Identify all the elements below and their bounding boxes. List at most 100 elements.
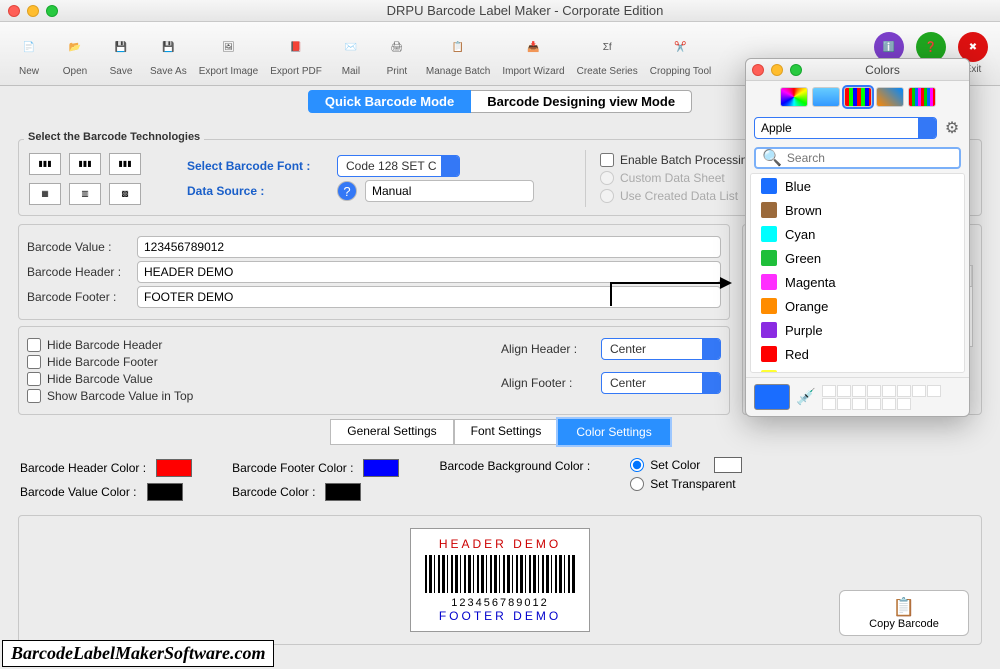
eyedropper-icon[interactable]: 💉 [796, 387, 816, 407]
barcode-tech-icons[interactable]: ▮▮▮ ▮▮▮ ▮▮▮ ▦ ▥ ▩ [29, 153, 169, 205]
preview-header: HEADER DEMO [425, 537, 575, 551]
cp-item-orange[interactable]: Orange [751, 294, 964, 318]
header-color-label: Barcode Header Color : [20, 461, 146, 475]
barcode-card: HEADER DEMO 123456789012 FOOTER DEMO [410, 528, 590, 632]
traffic-lights [8, 5, 58, 17]
cp-item-purple[interactable]: Purple [751, 318, 964, 342]
cp-pencils-tab[interactable] [908, 87, 936, 107]
saveas-icon: 💾 [151, 30, 185, 64]
exportimg-icon: 🖼 [211, 30, 245, 64]
tab-font-settings[interactable]: Font Settings [454, 419, 559, 445]
show-value-top-checkbox[interactable]: Show Barcode Value in Top [27, 389, 501, 403]
tab-design-mode[interactable]: Barcode Designing view Mode [471, 90, 692, 113]
settings-tabs: General Settings Font Settings Color Set… [0, 419, 1000, 445]
bg-color-swatch[interactable] [714, 457, 742, 473]
cp-current-swatch[interactable] [754, 384, 790, 410]
toolbar-mail[interactable]: ✉️Mail [328, 30, 374, 77]
preview-footer: FOOTER DEMO [425, 609, 575, 623]
cp-item-blue[interactable]: Blue [751, 174, 964, 198]
data-source-input[interactable] [365, 180, 534, 202]
hide-value-checkbox[interactable]: Hide Barcode Value [27, 372, 501, 386]
minimize-window[interactable] [27, 5, 39, 17]
set-color-radio[interactable]: Set Color [630, 457, 742, 473]
hide-header-checkbox[interactable]: Hide Barcode Header [27, 338, 501, 352]
barcode-header-input[interactable] [137, 261, 721, 283]
align-footer-label: Align Footer : [501, 376, 601, 390]
toolbar-open[interactable]: 📂Open [52, 30, 98, 77]
copy-barcode-button[interactable]: 📋 Copy Barcode [839, 590, 969, 636]
tech-icon[interactable]: ▥ [69, 183, 101, 205]
gear-icon[interactable]: ⚙ [943, 119, 961, 137]
custom-sheet-radio: Custom Data Sheet [600, 171, 754, 185]
cp-item-yellow[interactable]: Yellow [751, 366, 964, 373]
toolbar-print[interactable]: 🖨Print [374, 30, 420, 77]
cp-close[interactable] [752, 64, 764, 76]
tech-icon[interactable]: ▮▮▮ [109, 153, 141, 175]
close-window[interactable] [8, 5, 20, 17]
barcode-color-label: Barcode Color : [232, 485, 315, 499]
align-footer-combo[interactable]: Center [601, 372, 721, 394]
help-icon[interactable]: ? [337, 181, 357, 201]
cp-image-tab[interactable] [876, 87, 904, 107]
tab-general-settings[interactable]: General Settings [330, 419, 453, 445]
cp-list-combo[interactable]: Apple [754, 117, 937, 139]
cp-item-brown[interactable]: Brown [751, 198, 964, 222]
cp-item-red[interactable]: Red [751, 342, 964, 366]
value-color-swatch[interactable] [147, 483, 183, 501]
tech-icon[interactable]: ▮▮▮ [69, 153, 101, 175]
new-icon: 📄 [12, 30, 46, 64]
tab-color-settings[interactable]: Color Settings [558, 419, 669, 445]
cp-item-magenta[interactable]: Magenta [751, 270, 964, 294]
bg-color-label: Barcode Background Color : [439, 459, 590, 473]
barcode-value-input[interactable] [137, 236, 721, 258]
cp-color-list[interactable]: BlueBrownCyanGreenMagentaOrangePurpleRed… [750, 173, 965, 373]
color-swatch-icon [761, 226, 777, 242]
zoom-window[interactable] [46, 5, 58, 17]
barcode-footer-input[interactable] [137, 286, 721, 308]
barcode-preview: HEADER DEMO 123456789012 FOOTER DEMO 📋 C… [18, 515, 982, 645]
cp-item-cyan[interactable]: Cyan [751, 222, 964, 246]
cp-title: Colors [802, 63, 963, 77]
cp-item-green[interactable]: Green [751, 246, 964, 270]
colors-panel: Colors Apple ⚙ 🔍 BlueBrownCyanGreenMagen… [745, 58, 970, 417]
cp-palette-tab[interactable] [844, 87, 872, 107]
cp-search[interactable]: 🔍 [754, 147, 961, 169]
bf-label: Barcode Footer : [27, 290, 137, 304]
toolbar-importwiz[interactable]: 📥Import Wizard [496, 30, 570, 77]
footer-color-label: Barcode Footer Color : [232, 461, 353, 475]
tech-icon[interactable]: ▦ [29, 183, 61, 205]
barcode-color-swatch[interactable] [325, 483, 361, 501]
footer-color-swatch[interactable] [363, 459, 399, 477]
toolbar-createseries[interactable]: ΣfCreate Series [571, 30, 644, 77]
align-header-combo[interactable]: Center [601, 338, 721, 360]
section-legend: Select the Barcode Technologies [24, 131, 204, 143]
value-color-label: Barcode Value Color : [20, 485, 137, 499]
header-color-swatch[interactable] [156, 459, 192, 477]
set-transparent-radio[interactable]: Set Transparent [630, 477, 742, 491]
toolbar-cropping[interactable]: ✂️Cropping Tool [644, 30, 718, 77]
cp-recent-cells[interactable] [822, 385, 942, 410]
save-icon: 💾 [104, 30, 138, 64]
toolbar-exportpdf[interactable]: 📕Export PDF [264, 30, 328, 77]
cp-sliders-tab[interactable] [812, 87, 840, 107]
cp-search-input[interactable] [787, 151, 953, 165]
enable-batch-checkbox[interactable]: Enable Batch Processing [600, 153, 754, 167]
tech-icon[interactable]: ▮▮▮ [29, 153, 61, 175]
hide-footer-checkbox[interactable]: Hide Barcode Footer [27, 355, 501, 369]
tab-quick-mode[interactable]: Quick Barcode Mode [308, 90, 471, 113]
color-swatch-icon [761, 274, 777, 290]
bh-label: Barcode Header : [27, 265, 137, 279]
barcode-font-combo[interactable]: Code 128 SET C [337, 155, 460, 177]
tech-icon[interactable]: ▩ [109, 183, 141, 205]
color-swatch-icon [761, 346, 777, 362]
cp-min[interactable] [771, 64, 783, 76]
toolbar-save[interactable]: 💾Save [98, 30, 144, 77]
toolbar-exportimg[interactable]: 🖼Export Image [193, 30, 264, 77]
color-swatch-icon [761, 322, 777, 338]
cp-wheel-tab[interactable] [780, 87, 808, 107]
toolbar-saveas[interactable]: 💾Save As [144, 30, 193, 77]
toolbar-managebatch[interactable]: 📋Manage Batch [420, 30, 497, 77]
toolbar-new[interactable]: 📄New [6, 30, 52, 77]
preview-bars [425, 555, 575, 593]
cp-zoom[interactable] [790, 64, 802, 76]
